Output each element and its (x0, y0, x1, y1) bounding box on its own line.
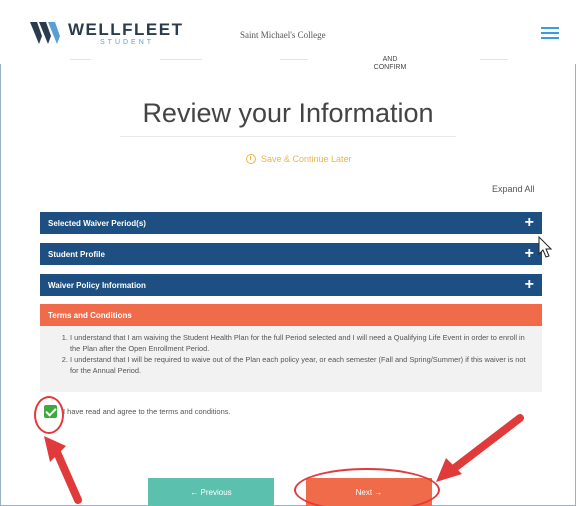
arrow-to-next-button (436, 414, 524, 482)
annotation-arrows (44, 414, 524, 504)
arrow-to-checkbox (44, 436, 82, 504)
